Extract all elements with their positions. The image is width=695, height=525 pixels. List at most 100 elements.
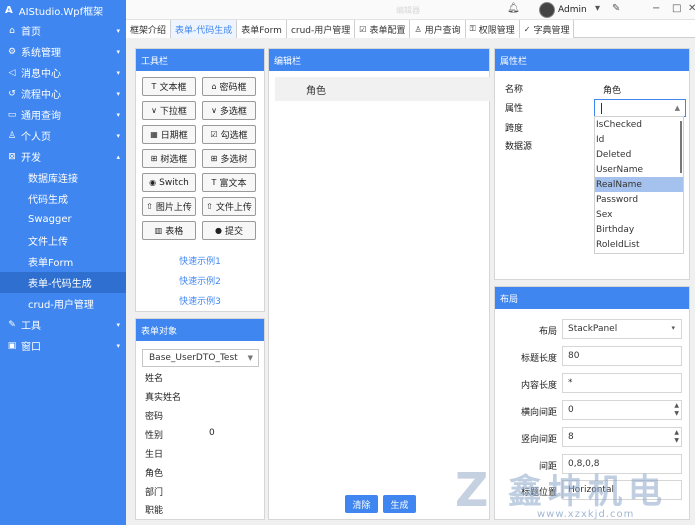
tree-icon: ⊞ (150, 154, 158, 163)
dropdown-option[interactable]: Deleted (595, 147, 683, 162)
field-department[interactable]: 部门 (145, 485, 163, 498)
spin-arrows-icon[interactable]: ▲ ▼ (674, 429, 679, 445)
chevron-up-icon: ▲ (674, 104, 680, 112)
password-button[interactable]: ⌂ 密码框 (202, 77, 256, 96)
vertical-spacing-input[interactable]: 8 ▲ ▼ (562, 427, 682, 447)
switch-button[interactable]: ◉ Switch (142, 173, 196, 192)
content-length-input[interactable]: * (562, 373, 682, 393)
horizontal-spacing-input[interactable]: 0 ▲ ▼ (562, 400, 682, 420)
attribute-label: 属性 (505, 104, 524, 114)
minimize-icon[interactable]: − (652, 3, 660, 14)
text-icon: T (151, 82, 157, 91)
field-birthday[interactable]: 生日 (145, 447, 163, 460)
top-header: 编辑器 🔔︎ Admin ▾ ✎ − □ ✕ (126, 0, 695, 20)
spin-arrows-icon[interactable]: ▲ ▼ (674, 402, 679, 418)
app-logo-icon: A (5, 4, 13, 16)
field-gender[interactable]: 性别 (145, 428, 163, 441)
field-function[interactable]: 职能 (145, 503, 163, 516)
sidebar-subitem-crud[interactable]: crud-用户管理 (0, 293, 126, 314)
sidebar-subitem-swagger[interactable]: Swagger (0, 209, 126, 230)
bell-icon[interactable]: 🔔︎ (507, 3, 520, 14)
properties-title: 属性栏 (495, 49, 689, 71)
field-password[interactable]: 密码 (145, 409, 163, 422)
tab-permission[interactable]: ⚿ 权限管理 (465, 20, 520, 38)
dropdown-option[interactable]: Password (595, 192, 683, 207)
submit-button[interactable]: ● 提交 (202, 221, 256, 240)
editor-item-role[interactable]: 角色 (275, 77, 490, 101)
chevron-down-icon[interactable]: ▾ (595, 3, 600, 14)
sidebar-subitem-form-codegen[interactable]: 表单-代码生成 (0, 272, 126, 293)
dropdown-option[interactable]: Id (595, 132, 683, 147)
user-name[interactable]: Admin (558, 5, 587, 15)
sidebar-subitem-form[interactable]: 表单Form (0, 251, 126, 272)
field-name[interactable]: 姓名 (145, 371, 163, 384)
sidebar-subitem-upload[interactable]: 文件上传 (0, 230, 126, 251)
generate-button[interactable]: 生成 (383, 495, 416, 513)
treeselect-button[interactable]: ⊞ 树选框 (142, 149, 196, 168)
datepicker-button[interactable]: ▦ 日期框 (142, 125, 196, 144)
textbox-button[interactable]: T 文本框 (142, 77, 196, 96)
tab-form-config[interactable]: ☑ 表单配置 (355, 20, 411, 38)
attribute-select[interactable]: ▲ (594, 99, 686, 117)
dropdown-option[interactable]: IsChecked (595, 117, 683, 132)
layout-label: 布局 (538, 327, 557, 337)
sidebar-item-system[interactable]: ⚙ 系统管理 ▾ (0, 41, 126, 62)
multiselect-button[interactable]: ∨ 多选框 (202, 101, 256, 120)
sidebar-item-window[interactable]: ▣ 窗口 ▾ (0, 335, 126, 356)
tab-intro[interactable]: 框架介绍 (126, 20, 172, 38)
dropdown-option-highlighted[interactable]: RealName (595, 177, 683, 192)
table-button[interactable]: ▥ 表格 (142, 221, 196, 240)
sidebar-subitem-db[interactable]: 数据库连接 (0, 167, 126, 188)
clear-button[interactable]: 清除 (345, 495, 378, 513)
form-object-select[interactable]: Base_UserDTO_Test ▼ (142, 349, 259, 367)
title-length-input[interactable]: 80 (562, 346, 682, 366)
sidebar-subitem-codegen[interactable]: 代码生成 (0, 188, 126, 209)
home-icon: ⌂ (9, 25, 15, 36)
title-length-label: 标题长度 (520, 354, 557, 364)
tab-user-query[interactable]: ♙ 用户查询 (410, 20, 466, 38)
tab-form[interactable]: 表单Form (237, 20, 287, 38)
quick-example-3-link[interactable]: 快速示例3 (136, 294, 264, 307)
sidebar-item-query[interactable]: ▭ 通用查询 ▾ (0, 104, 126, 125)
sidebar-item-tools[interactable]: ✎ 工具 ▾ (0, 314, 126, 335)
field-realname[interactable]: 真实姓名 (145, 390, 181, 403)
tab-crud[interactable]: crud-用户管理 (286, 20, 356, 38)
dropdown-scrollbar[interactable] (680, 121, 682, 173)
title-position-select[interactable]: Horizontal (562, 480, 682, 500)
chevron-down-icon: ▾ (671, 324, 675, 332)
layout-select[interactable]: StackPanel ▾ (562, 319, 682, 339)
form-object-panel: 表单对象 Base_UserDTO_Test ▼ 姓名 真实姓名 密码 性别 0 … (135, 318, 265, 520)
sidebar-item-home[interactable]: ⌂ 首页 ▾ (0, 20, 126, 41)
edit-icon[interactable]: ✎ (612, 3, 620, 14)
dropdown-option[interactable]: Birthday (595, 222, 683, 237)
chevron-down-icon: ▾ (116, 131, 120, 140)
image-upload-button[interactable]: ⇧ 图片上传 (142, 197, 196, 216)
checkbox-button[interactable]: ☑ 勾选框 (202, 125, 256, 144)
sidebar-item-workflow[interactable]: ↺ 流程中心 ▾ (0, 83, 126, 104)
tab-form-codegen[interactable]: 表单-代码生成 (171, 20, 238, 38)
sidebar-item-profile[interactable]: ♙ 个人页 ▾ (0, 125, 126, 146)
maximize-icon[interactable]: □ (672, 3, 681, 14)
avatar[interactable] (539, 2, 555, 18)
close-icon[interactable]: ✕ (688, 3, 695, 14)
quick-example-2-link[interactable]: 快速示例2 (136, 274, 264, 287)
sidebar: A AIStudio.Wpf框架 ⌂ 首页 ▾ ⚙ 系统管理 ▾ ◁ 消息中心 ▾ ↺ 流程中… (0, 0, 126, 525)
dropdown-option[interactable]: Sex (595, 207, 683, 222)
sidebar-item-develop[interactable]: ⊠ 开发 ▴ (0, 146, 126, 167)
quick-example-1-link[interactable]: 快速示例1 (136, 254, 264, 267)
query-icon: ▭ (7, 109, 17, 120)
dropdown-button[interactable]: ∨ 下拉框 (142, 101, 196, 120)
sidebar-item-messages[interactable]: ◁ 消息中心 ▾ (0, 62, 126, 83)
richtext-button[interactable]: T 富文本 (202, 173, 256, 192)
title-position-label: 标题位置 (520, 488, 557, 498)
margin-input[interactable]: 0,8,0,8 (562, 454, 682, 474)
dropdown-option[interactable]: RoleIdList (595, 237, 683, 252)
multitree-button[interactable]: ⊞ 多选树 (202, 149, 256, 168)
field-role[interactable]: 角色 (145, 466, 163, 479)
file-upload-button[interactable]: ⇧ 文件上传 (202, 197, 256, 216)
tools-icon: ✎ (8, 319, 16, 330)
dropdown-option[interactable]: UserName (595, 162, 683, 177)
tab-dictionary[interactable]: ✓ 字典管理 (519, 20, 575, 38)
name-value[interactable]: 角色 (603, 83, 621, 96)
toolbox-panel: 工具栏 T 文本框 ⌂ 密码框 ∨ 下拉框 ∨ 多选框 ▦ 日期框 ☑ 勾选框 ⊞ 树选框 ⊞… (135, 48, 265, 312)
